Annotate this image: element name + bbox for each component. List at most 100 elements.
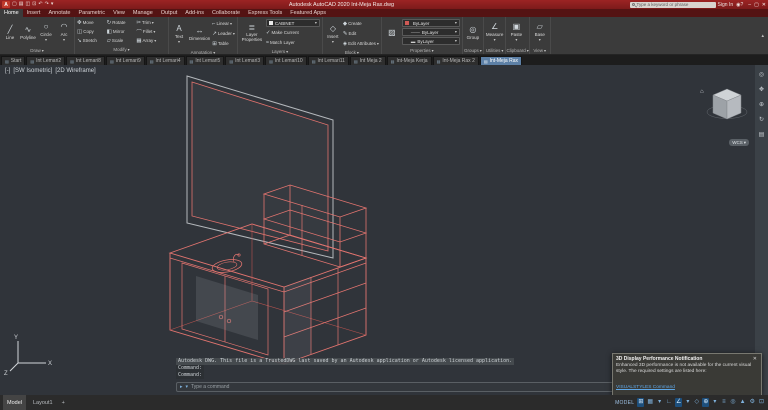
base-view-button[interactable]: ▱ Base ▾ [532, 18, 548, 46]
array-button[interactable]: ▦ Array ▾ [136, 36, 166, 45]
create-block-button[interactable]: ◆ Create ▾ [343, 19, 379, 28]
snap-menu-icon[interactable]: ▾ [656, 398, 663, 407]
model-tab[interactable]: Model [3, 395, 26, 410]
modify-panel-label[interactable]: Modify ▾ [75, 46, 168, 53]
edit-block-button[interactable]: ✎ Edit ▾ [343, 29, 379, 38]
viewcube-home-icon[interactable]: ⌂ [700, 89, 704, 95]
qat-menu-icon[interactable]: ▾ [51, 0, 54, 9]
file-tab[interactable]: ▤ Int Lemari9 [105, 56, 145, 65]
close-icon[interactable]: ✕ [752, 356, 758, 362]
pan-icon[interactable]: ✥ [759, 86, 764, 93]
linetype-select[interactable]: —— ByLayer ▾ [401, 28, 460, 36]
sign-in-button[interactable]: Sign In [718, 2, 734, 8]
open-file-icon[interactable]: ▤ [19, 0, 24, 9]
orbit-icon[interactable]: ↻ [759, 116, 764, 123]
viewcube[interactable] [706, 88, 748, 120]
viewport-control[interactable]: [SW Isometric] [13, 68, 52, 74]
rotate-button[interactable]: ↻ Rotate ▾ [107, 18, 137, 27]
scale-button[interactable]: ▱ Scale ▾ [107, 36, 137, 45]
linear-button[interactable]: ⌐ Linear ▾ [212, 19, 235, 28]
group-button[interactable]: ◎ Group ▾ [465, 18, 481, 46]
app-logo[interactable]: A [2, 1, 10, 8]
copy-button[interactable]: ◫ Copy ▾ [77, 27, 107, 36]
insert-button[interactable]: ◇ Insert ▾ [325, 18, 341, 49]
ribbon-tab[interactable]: Add-ins [181, 9, 208, 17]
ribbon-collapse-button[interactable]: ▴ [757, 33, 768, 39]
osnap-menu-icon[interactable]: ▾ [711, 398, 718, 407]
clean-screen-icon[interactable]: ⊡ [758, 398, 765, 407]
chevron-down-icon[interactable]: ▾ [186, 384, 189, 390]
model-space-button[interactable]: MODEL [615, 400, 634, 406]
ribbon-tab[interactable]: Featured Apps [286, 9, 330, 17]
edit-attributes-button[interactable]: ◈ Edit Attributes ▾ [343, 39, 379, 48]
mirror-button[interactable]: ◧ Mirror ▾ [107, 27, 137, 36]
polar-menu-icon[interactable]: ▾ [684, 398, 691, 407]
navigation-wheel-icon[interactable]: ◎ [759, 71, 764, 78]
wcs-dropdown[interactable]: WCS ▾ [729, 139, 749, 146]
visualstyles-link[interactable]: VISUALSTYLES Command [616, 385, 675, 390]
sink[interactable] [211, 253, 243, 275]
text-button[interactable]: A Text ▾ [171, 18, 187, 49]
ribbon-tab[interactable]: Annotate [44, 9, 74, 17]
ribbon-tab[interactable]: Manage [129, 9, 157, 17]
fillet-button[interactable]: ⌒ Fillet ▾ [136, 27, 166, 36]
file-tab[interactable]: ▤ Int-Meja Kerja [386, 56, 432, 65]
circle-button[interactable]: ○ Circle ▾ [38, 18, 54, 46]
paste-button[interactable]: ▣ Paste ▾ [508, 18, 524, 46]
panel-label[interactable]: View ▾ [530, 47, 550, 54]
make-current-button[interactable]: ✓ Make Current [266, 28, 320, 37]
search-input[interactable]: Type a keyword or phrase [629, 1, 716, 8]
object-color-select[interactable]: ByLayer ▾ [401, 19, 460, 27]
grid-icon[interactable]: ⊞ [637, 398, 645, 407]
close-button[interactable]: ✕ [762, 2, 766, 8]
showmotion-icon[interactable]: ▤ [759, 131, 765, 138]
minimize-button[interactable]: – [748, 2, 751, 8]
measure-button[interactable]: ∠ Measure ▾ [486, 18, 504, 46]
selection-cycling-icon[interactable]: ◎ [729, 398, 736, 407]
file-tab[interactable]: ▤ Int-Meja Rax [479, 56, 522, 65]
viewport-control[interactable]: [2D Wireframe] [55, 68, 95, 74]
layers-panel-label[interactable]: Layers ▾ [238, 49, 322, 54]
table-button[interactable]: ⊞ Table ▾ [212, 39, 235, 48]
leader-button[interactable]: ↗ Leader ▾ [212, 29, 235, 38]
wireframe-drawing[interactable]: ⌂ [0, 65, 754, 395]
lineweight-icon[interactable]: ≡ [720, 398, 727, 407]
layer-properties-button[interactable]: ≣ Layer Properties [240, 18, 264, 48]
annotation-scale-icon[interactable]: ▲ [739, 398, 747, 407]
save-icon[interactable]: ◫ [25, 0, 30, 9]
file-tab[interactable]: ▤ Int Lemari8 [66, 56, 105, 65]
ribbon-tab[interactable]: Insert [23, 9, 45, 17]
file-tab[interactable]: ▤ Start [1, 56, 26, 65]
ribbon-tab[interactable]: Home [0, 9, 23, 17]
line-button[interactable]: ╱ Line ▾ [2, 18, 18, 46]
snap-icon[interactable]: ▦ [646, 398, 654, 407]
isodraft-icon[interactable]: ◇ [693, 398, 700, 407]
ribbon-tab[interactable]: Output [157, 9, 182, 17]
draw-panel-label[interactable]: Draw ▾ [0, 47, 74, 54]
file-tab[interactable]: ▤ Int Lemari2 [26, 56, 66, 65]
panel-label[interactable]: Groups ▾ [463, 47, 483, 54]
match-properties-button[interactable]: ▨ [384, 18, 400, 46]
file-tab[interactable]: ▤ Int Meja 2 [349, 56, 386, 65]
layer-select[interactable]: CABINET ▾ [265, 19, 320, 27]
help-icon[interactable]: ? [741, 2, 744, 8]
lineweight-select[interactable]: ▬ ByLayer ▾ [401, 37, 460, 45]
ribbon-tab[interactable]: Parametric [74, 9, 109, 17]
file-tab[interactable]: ▤ Int Lemari5 [185, 56, 225, 65]
move-button[interactable]: ✥ Move ▾ [77, 18, 107, 27]
file-tab[interactable]: ▤ Int Lemari3 [225, 56, 265, 65]
viewport-control[interactable]: [-] [5, 68, 10, 74]
ribbon-tab[interactable]: Express Tools [244, 9, 286, 17]
ribbon-tab[interactable]: Collaborate [208, 9, 244, 17]
redo-icon[interactable]: ↷ [45, 0, 49, 9]
polar-tracking-icon[interactable]: ∠ [674, 398, 683, 407]
file-tab[interactable]: ▤ Int-Meja Rax 2 [432, 56, 479, 65]
drawing-canvas[interactable]: [-] [SW Isometric] [2D Wireframe] ⌂ ◎ ✥ … [0, 65, 768, 395]
stretch-button[interactable]: ↘ Stretch ▾ [77, 36, 107, 45]
file-tab[interactable]: ▤ Int Lemari10 [265, 56, 307, 65]
trim-button[interactable]: ✂ Trim ▾ [136, 18, 166, 27]
new-layout-button[interactable]: + [60, 400, 67, 406]
properties-panel-label[interactable]: Properties ▾ [382, 47, 462, 54]
plot-icon[interactable]: ⊡ [32, 0, 36, 9]
ribbon-tab[interactable]: View [109, 9, 129, 17]
